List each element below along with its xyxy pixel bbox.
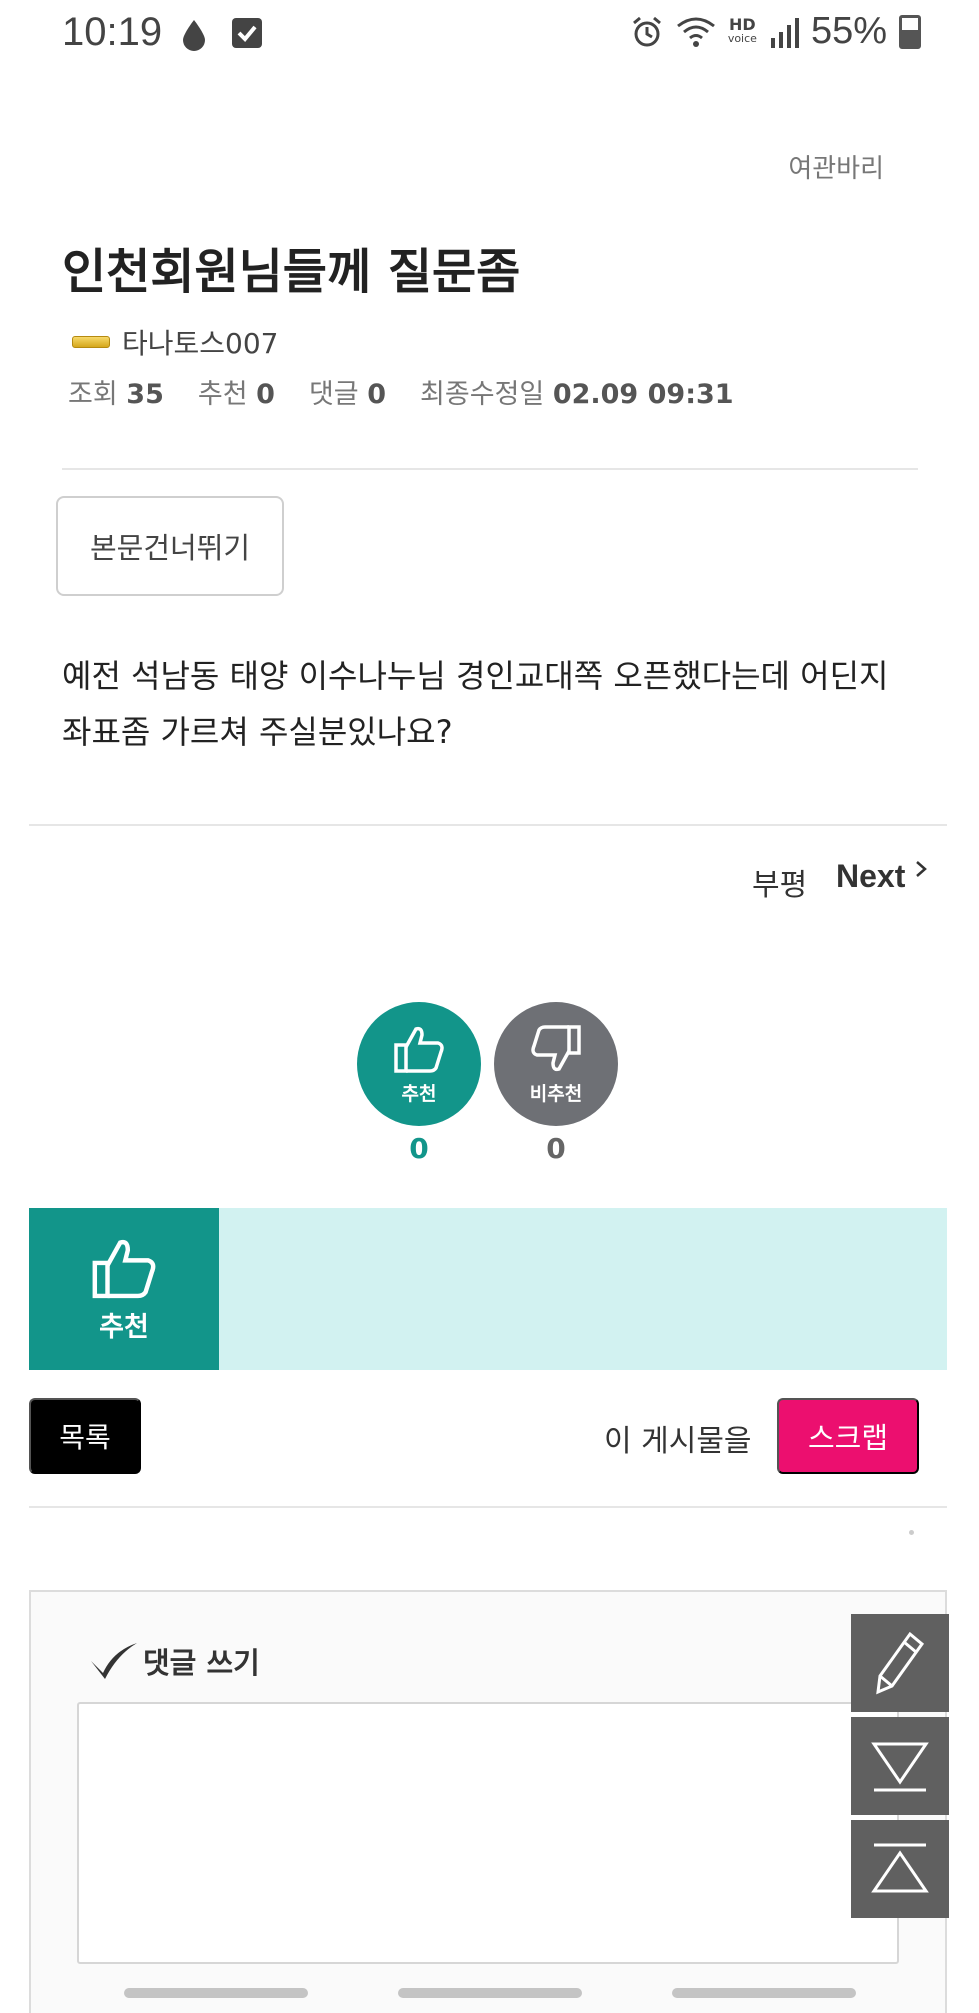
- views-stat: 조회 35: [68, 379, 164, 410]
- recommend-banner-button[interactable]: 추천: [29, 1208, 219, 1370]
- home-button[interactable]: [398, 1988, 582, 1998]
- recommend-count: 0: [409, 1132, 429, 1165]
- back-button[interactable]: [672, 1988, 856, 1998]
- thumbs-up-icon: [394, 1026, 444, 1073]
- write-button[interactable]: [851, 1614, 949, 1712]
- comment-heading: 댓글 쓰기: [89, 1640, 260, 1682]
- level-badge-icon: [72, 336, 110, 348]
- scrap-button[interactable]: 스크랩: [777, 1398, 919, 1474]
- scroll-down-icon: [871, 1742, 929, 1792]
- post-meta: 조회 35 추천 0 댓글 0 최종수정일 02.09 09:31: [68, 372, 734, 411]
- list-button[interactable]: 목록: [29, 1398, 141, 1474]
- status-time: 10:19: [62, 10, 163, 54]
- battery-icon: [899, 14, 921, 49]
- prev-post-link[interactable]: 부평: [752, 860, 807, 904]
- signal-icon: [770, 17, 799, 48]
- skip-content-button[interactable]: 본문건너뛰기: [56, 496, 284, 596]
- recommend-stat: 추천 0: [197, 379, 275, 410]
- wifi-icon: [676, 17, 715, 47]
- chevron-right-icon: [916, 861, 928, 877]
- pencil-icon: [876, 1631, 925, 1695]
- alarm-icon: [632, 16, 661, 46]
- scroll-down-button[interactable]: [851, 1717, 949, 1815]
- author[interactable]: 타나토스007: [72, 322, 278, 362]
- checkbox-icon: [232, 18, 262, 48]
- scrap-prefix: 이 게시물을: [604, 1424, 752, 1459]
- recommend-banner: 추천: [29, 1208, 947, 1370]
- hd-voice-icon: HD voice: [727, 14, 757, 45]
- drop-icon: [183, 20, 205, 51]
- not-recommend-count: 0: [546, 1132, 566, 1165]
- comment-textarea[interactable]: [77, 1702, 899, 1964]
- system-navigation-bar: [0, 1970, 979, 2013]
- comments-stat: 댓글 0: [308, 379, 387, 410]
- next-post-link[interactable]: Next: [836, 858, 928, 895]
- recent-apps-button[interactable]: [124, 1988, 308, 1998]
- recommend-button[interactable]: 추천: [357, 1002, 481, 1126]
- checkmark-icon: [91, 1643, 137, 1679]
- thumbs-down-icon: [531, 1024, 581, 1071]
- comment-section: 댓글 쓰기: [29, 1590, 947, 2013]
- not-recommend-button[interactable]: 비추천: [494, 1002, 618, 1126]
- divider: [62, 468, 918, 470]
- scroll-up-icon: [871, 1843, 929, 1893]
- author-name[interactable]: 타나토스007: [122, 322, 278, 362]
- divider: [29, 824, 947, 826]
- dot-separator: [909, 1530, 914, 1535]
- divider: [29, 1506, 947, 1508]
- battery-percent: 55%: [810, 10, 887, 52]
- board-name[interactable]: 여관바리: [788, 148, 884, 185]
- post-title: 인천회원님들께 질문좀: [62, 244, 521, 300]
- scroll-up-button[interactable]: [851, 1820, 949, 1918]
- thumbs-up-icon: [92, 1239, 156, 1298]
- post-body: 예전 석남동 태양 이수나누님 경인교대쪽 오픈했다는데 어딘지 좌표좀 가르쳐…: [62, 657, 889, 751]
- status-bar: 10:19 HD voice 55%: [0, 0, 979, 70]
- modified-stat: 최종수정일 02.09 09:31: [420, 379, 734, 410]
